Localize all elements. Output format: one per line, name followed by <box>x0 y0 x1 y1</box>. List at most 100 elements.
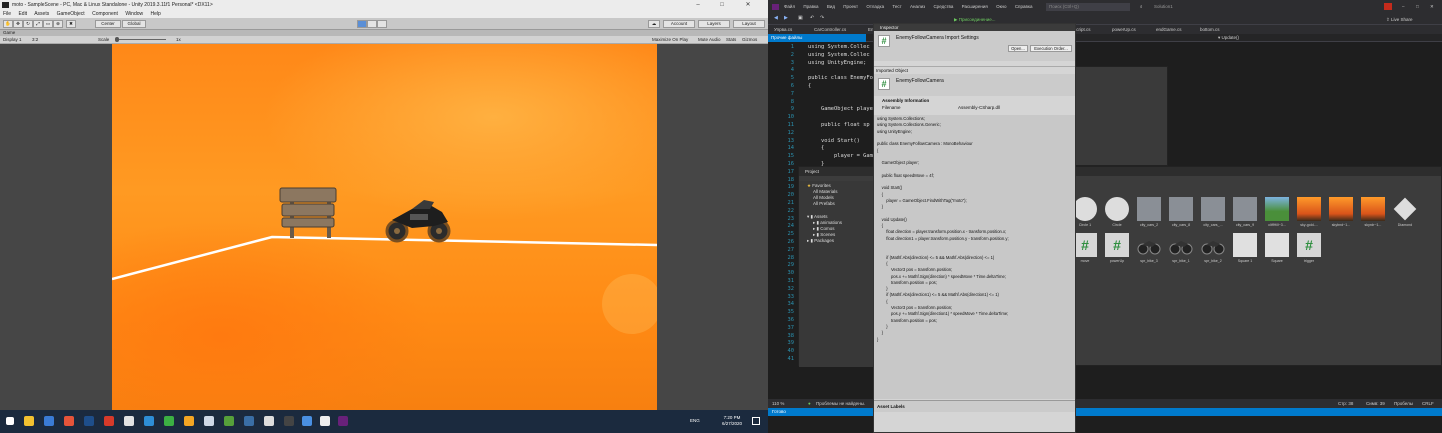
menu-gameobject[interactable]: GameObject <box>57 11 85 17</box>
menu-help[interactable]: Help <box>151 11 161 17</box>
maximize-on-play-toggle[interactable]: Maximize On Play <box>652 36 688 44</box>
vs-menu-tools[interactable]: Средства <box>933 4 953 9</box>
asset-thumbnail[interactable] <box>1265 197 1289 221</box>
settings-icon[interactable] <box>124 416 134 426</box>
move-tool-icon[interactable]: ✥ <box>13 20 23 28</box>
maximize-icon[interactable]: □ <box>712 0 732 10</box>
asset-thumbnail[interactable] <box>1201 233 1225 257</box>
mute-audio-toggle[interactable]: Mute Audio <box>698 36 721 44</box>
asset-thumbnail[interactable] <box>1297 197 1321 221</box>
winamp-icon[interactable] <box>184 416 194 426</box>
menu-window[interactable]: Window <box>125 11 143 17</box>
asset-thumbnail[interactable]: # <box>1073 233 1097 257</box>
stats-toggle[interactable]: Stats <box>726 36 736 44</box>
code-line[interactable]: void Start() <box>808 138 860 144</box>
asset-thumbnail[interactable] <box>1105 197 1129 221</box>
layers-dropdown[interactable]: Layers <box>698 20 730 28</box>
undo-icon[interactable]: ↶ <box>810 15 814 21</box>
mail-icon[interactable] <box>204 416 214 426</box>
hand-tool-icon[interactable]: ✋ <box>3 20 13 28</box>
tab-file-1[interactable]: CarController.cs <box>814 25 846 34</box>
close-icon[interactable]: ✕ <box>738 0 758 10</box>
asset-thumbnail[interactable] <box>1233 197 1257 221</box>
chrome-icon[interactable] <box>64 416 74 426</box>
display-dropdown[interactable]: Display 1 <box>3 36 22 44</box>
gizmos-dropdown[interactable]: Gizmos <box>742 36 757 44</box>
vs-menu-extensions[interactable]: Расширения <box>962 4 988 9</box>
vs-search-input[interactable]: Поиск (Ctrl+Q) <box>1046 3 1130 11</box>
vs-menu-test[interactable]: Тест <box>892 4 901 9</box>
discord-icon[interactable] <box>244 416 254 426</box>
asset-thumbnail[interactable] <box>1329 197 1353 221</box>
rotate-tool-icon[interactable]: ↻ <box>23 20 33 28</box>
menu-edit[interactable]: Edit <box>18 11 27 17</box>
indent-mode[interactable]: Пробелы <box>1394 399 1413 408</box>
center-toggle[interactable]: Center <box>95 20 121 28</box>
code-line[interactable]: public float sp <box>808 122 870 128</box>
scale-slider[interactable] <box>116 39 166 40</box>
fav-all-models[interactable]: All Models <box>813 195 834 200</box>
zoom-level[interactable]: 110 % <box>772 399 784 408</box>
asset-thumbnail[interactable] <box>1233 233 1257 257</box>
search-icon[interactable]: ⌕ <box>1140 0 1143 14</box>
menu-component[interactable]: Component <box>92 11 118 17</box>
scale-slider-handle[interactable] <box>115 37 119 42</box>
play-button[interactable] <box>357 20 367 28</box>
step-button[interactable] <box>377 20 387 28</box>
code-line[interactable]: { <box>808 83 811 89</box>
vs-close-icon[interactable]: ✕ <box>1430 0 1434 14</box>
vs-menu-help[interactable]: Справка <box>1015 4 1033 9</box>
notepad-icon[interactable] <box>320 416 330 426</box>
taskbar-clock[interactable]: 7:20 PM 6/27/2020 <box>722 415 742 427</box>
account-dropdown[interactable]: Account <box>663 20 695 28</box>
inspector-tab[interactable]: Inspector <box>874 24 1075 31</box>
store-icon[interactable] <box>164 416 174 426</box>
scale-tool-icon[interactable]: ⤢ <box>33 20 43 28</box>
vs-code-taskbar-icon[interactable] <box>302 416 312 426</box>
asset-thumbnail[interactable]: # <box>1297 233 1321 257</box>
save-icon[interactable]: ▣ <box>798 15 803 21</box>
code-line[interactable]: using UnityEngine; <box>808 60 866 66</box>
asset-thumbnail[interactable] <box>1169 197 1193 221</box>
tab-file-4[interactable]: powerUp.cs <box>1112 25 1136 34</box>
vs-menu-file[interactable]: Файл <box>784 4 795 9</box>
opera-icon[interactable] <box>104 416 114 426</box>
execution-order-button[interactable]: Execution Order... <box>1030 45 1072 52</box>
layout-dropdown[interactable]: Layout <box>733 20 765 28</box>
code-line[interactable]: using System.Collec <box>808 52 870 58</box>
eol-mode[interactable]: CRLF <box>1422 399 1434 408</box>
vs-menu-project[interactable]: Проект <box>843 4 858 9</box>
fav-all-prefabs[interactable]: All Prefabs <box>813 201 835 206</box>
asset-thumbnail[interactable] <box>1361 197 1385 221</box>
code-line[interactable]: public class EnemyFo <box>808 75 873 81</box>
vs-menu-debug[interactable]: Отладка <box>866 4 884 9</box>
tab-file-0[interactable]: Упрвa.cs <box>774 25 792 34</box>
vs-menu-edit[interactable]: Правка <box>803 4 818 9</box>
steam-icon[interactable] <box>264 416 274 426</box>
photoshop-icon[interactable] <box>84 416 94 426</box>
vs-menu-analyze[interactable]: Анализ <box>910 4 925 9</box>
favorites-label[interactable]: Favorites <box>812 183 831 188</box>
custom-tool-icon[interactable]: ✖ <box>66 20 76 28</box>
file-explorer-icon[interactable] <box>24 416 34 426</box>
nav-project-dropdown[interactable]: Прочие файлы <box>768 34 866 42</box>
vs-maximize-icon[interactable]: □ <box>1416 0 1419 14</box>
attach-button[interactable]: ▶ Присоединение... <box>954 16 996 23</box>
live-share-button[interactable]: ⇪ Live Share <box>1386 16 1413 23</box>
code-line[interactable]: player = Gam <box>808 153 873 159</box>
code-line[interactable]: GameObject playe <box>808 106 873 112</box>
rect-tool-icon[interactable]: ▭ <box>43 20 53 28</box>
menu-assets[interactable]: Assets <box>34 11 49 17</box>
game-canvas[interactable] <box>112 44 657 410</box>
fav-all-materials[interactable]: All Materials <box>813 189 838 194</box>
tab-file-5[interactable]: endGame.cs <box>1156 25 1182 34</box>
redo-icon[interactable]: ↷ <box>820 15 824 21</box>
asset-thumbnail[interactable] <box>1073 197 1097 221</box>
nav-method-dropdown[interactable]: ▾ Update() <box>1218 34 1239 42</box>
unity-taskbar-icon[interactable] <box>284 416 294 426</box>
start-icon[interactable] <box>6 417 14 425</box>
asset-thumbnail[interactable] <box>1265 233 1289 257</box>
aspect-dropdown[interactable]: 3:2 <box>32 36 38 44</box>
asset-thumbnail[interactable] <box>1201 197 1225 221</box>
global-toggle[interactable]: Global <box>122 20 146 28</box>
